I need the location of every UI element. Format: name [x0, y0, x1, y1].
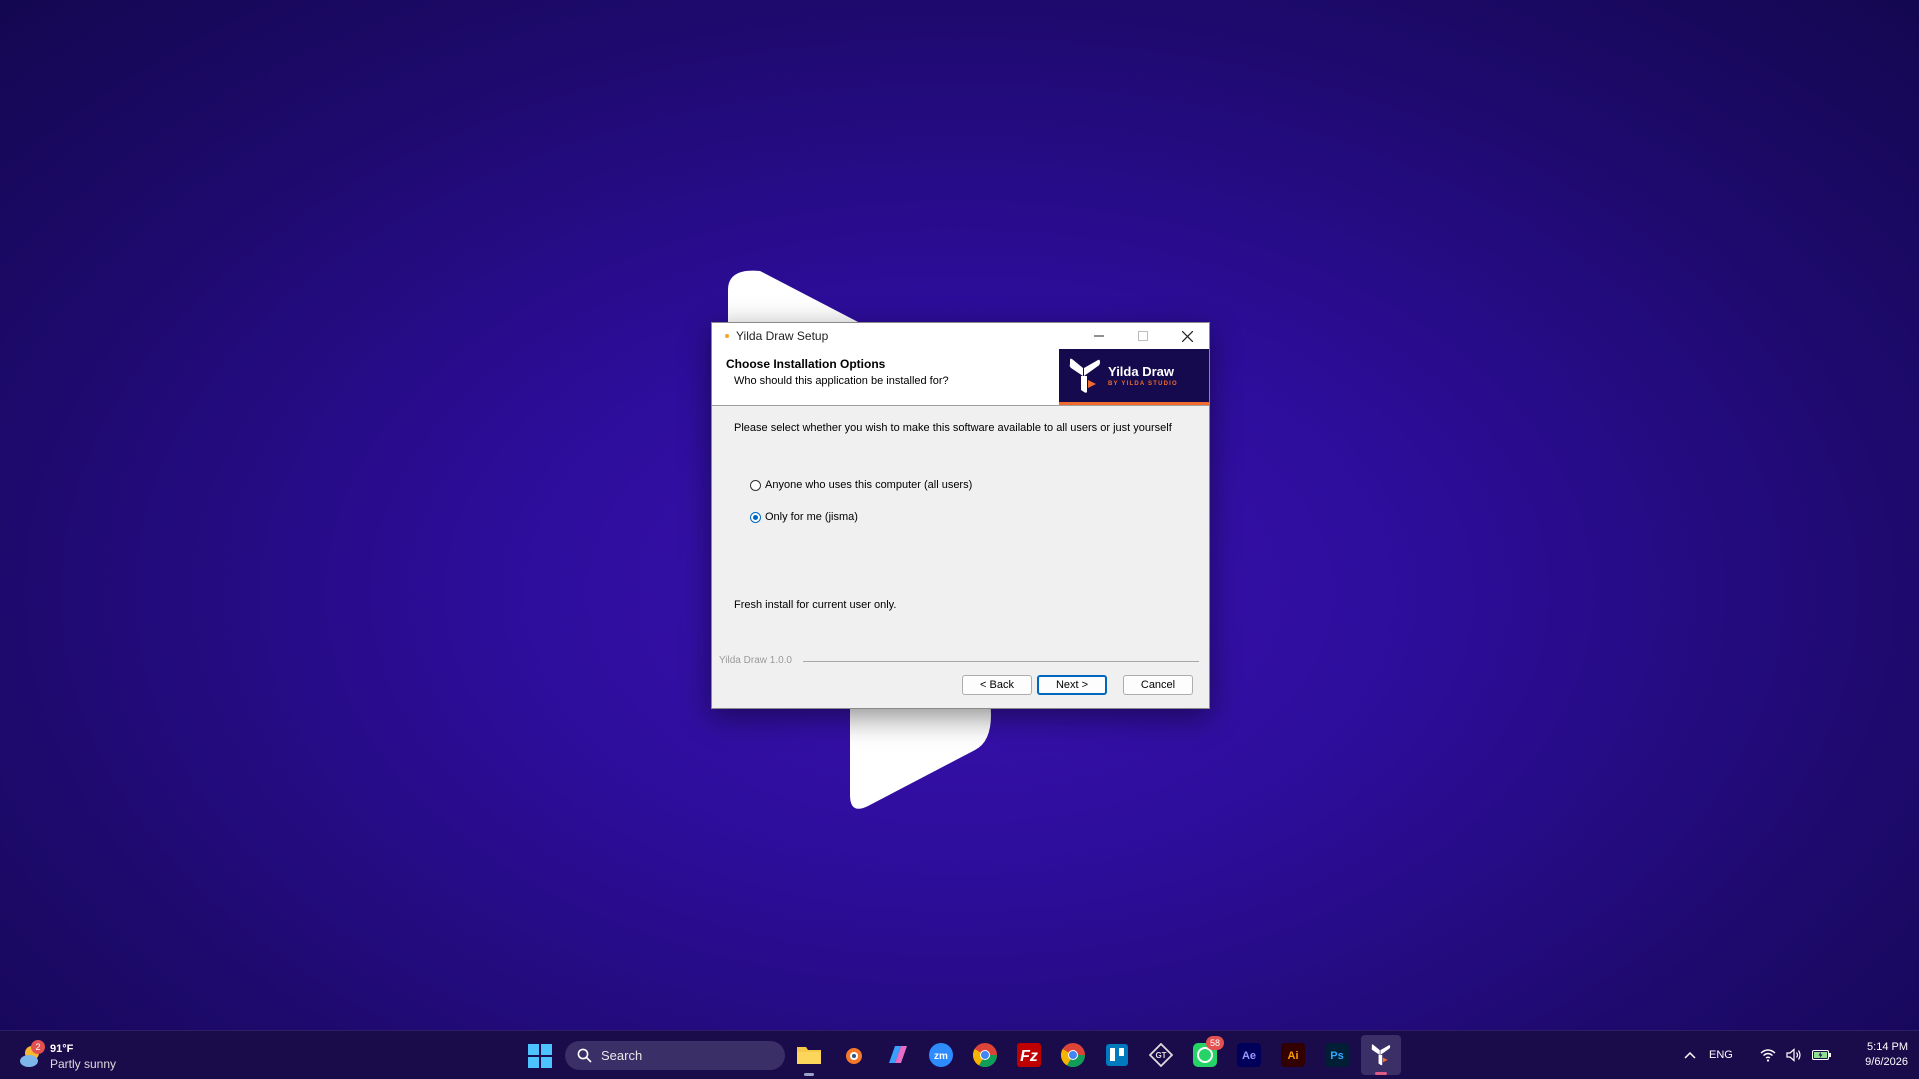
- illustrator-icon: Ai: [1281, 1043, 1305, 1067]
- after-effects-icon: Ae: [1237, 1043, 1261, 1067]
- only-me-option[interactable]: Only for me (jisma): [750, 511, 858, 523]
- radio-only-me[interactable]: [750, 511, 761, 523]
- taskbar-app-gt[interactable]: GT: [1146, 1040, 1176, 1070]
- weather-badge: 2: [31, 1040, 45, 1054]
- clock[interactable]: 5:14 PM 9/6/2026: [1832, 1040, 1908, 1070]
- wifi-button[interactable]: [1760, 1031, 1776, 1079]
- svg-text:GT: GT: [1155, 1051, 1166, 1060]
- banner-studio: BY YILDA STUDIO: [1108, 381, 1178, 387]
- cancel-button[interactable]: Cancel: [1123, 675, 1193, 695]
- banner-app-name: Yilda Draw: [1108, 364, 1174, 379]
- taskbar-app-copilot[interactable]: [882, 1040, 912, 1070]
- svg-text:zm: zm: [934, 1051, 948, 1062]
- svg-text:Fz: Fz: [1020, 1048, 1038, 1065]
- close-icon: [1181, 330, 1193, 342]
- copilot-icon: [889, 1046, 907, 1063]
- chrome-icon: [973, 1043, 997, 1067]
- banner-accent-line: [1059, 402, 1209, 405]
- file-explorer-icon: [797, 1047, 821, 1064]
- gt-app-icon: GT: [1149, 1043, 1173, 1067]
- maximize-icon: [1138, 331, 1148, 341]
- taskbar-app-yilda-draw[interactable]: [1361, 1035, 1401, 1075]
- page-title: Choose Installation Options: [726, 357, 886, 371]
- back-button[interactable]: < Back: [962, 675, 1032, 695]
- taskbar: 2 91°F Partly sunny Search zm Fz GT 58 A…: [0, 1030, 1919, 1079]
- clock-time: 5:14 PM: [1867, 1041, 1908, 1053]
- blender-icon: [846, 1048, 862, 1064]
- show-hidden-icons-button[interactable]: [1684, 1031, 1696, 1079]
- taskbar-app-after-effects[interactable]: Ae: [1234, 1040, 1264, 1070]
- photoshop-icon: Ps: [1325, 1043, 1349, 1067]
- running-indicator: [804, 1073, 814, 1076]
- windows-logo-icon: [528, 1044, 552, 1068]
- window-title: Yilda Draw Setup: [736, 329, 829, 343]
- branding-text: Yilda Draw 1.0.0: [719, 655, 792, 666]
- weather-widget[interactable]: 2 91°F Partly sunny: [18, 1039, 138, 1071]
- wifi-icon: [1760, 1049, 1776, 1062]
- yilda-logo-icon: [1069, 358, 1100, 393]
- only-me-label[interactable]: Only for me (jisma): [765, 511, 858, 523]
- taskbar-app-trello[interactable]: [1102, 1040, 1132, 1070]
- taskbar-app-file-explorer[interactable]: [794, 1040, 824, 1076]
- brand-banner: Yilda Draw BY YILDA STUDIO: [1059, 349, 1209, 405]
- taskbar-app-blender[interactable]: [838, 1040, 868, 1070]
- battery-button[interactable]: [1812, 1031, 1832, 1079]
- notification-badge: 58: [1206, 1036, 1224, 1050]
- yilda-draw-icon: [1371, 1044, 1391, 1066]
- chrome-icon: [1061, 1043, 1085, 1067]
- chevron-up-icon: [1684, 1051, 1696, 1059]
- app-icon: [725, 334, 729, 338]
- minimize-button[interactable]: [1077, 323, 1121, 349]
- search-placeholder: Search: [601, 1048, 643, 1063]
- volume-button[interactable]: [1786, 1031, 1802, 1079]
- taskbar-app-chrome-2[interactable]: [1058, 1040, 1088, 1070]
- active-indicator: [1375, 1072, 1387, 1075]
- minimize-icon: [1094, 335, 1104, 337]
- filezilla-icon: Fz: [1017, 1043, 1041, 1067]
- title-bar[interactable]: Yilda Draw Setup: [712, 323, 1209, 349]
- zoom-icon: zm: [929, 1043, 953, 1067]
- taskbar-search[interactable]: Search: [565, 1041, 785, 1070]
- battery-charging-icon: [1812, 1049, 1831, 1061]
- intro-text: Please select whether you wish to make t…: [734, 422, 1172, 434]
- footer-divider: [803, 661, 1199, 662]
- taskbar-app-illustrator[interactable]: Ai: [1278, 1040, 1308, 1070]
- volume-icon: [1786, 1048, 1801, 1062]
- taskbar-app-chrome[interactable]: [970, 1040, 1000, 1070]
- weather-temperature: 91°F: [50, 1043, 74, 1055]
- language-indicator[interactable]: ENG: [1709, 1031, 1733, 1079]
- page-subtitle: Who should this application be installed…: [734, 375, 949, 387]
- clock-date: 9/6/2026: [1865, 1056, 1908, 1068]
- svg-text:Ps: Ps: [1330, 1050, 1343, 1062]
- install-status-text: Fresh install for current user only.: [734, 599, 897, 611]
- radio-all-users[interactable]: [750, 479, 761, 491]
- all-users-label[interactable]: Anyone who uses this computer (all users…: [765, 479, 972, 491]
- svg-text:Ai: Ai: [1288, 1050, 1299, 1062]
- trello-icon: [1106, 1044, 1128, 1066]
- svg-text:Ae: Ae: [1242, 1050, 1256, 1062]
- weather-description: Partly sunny: [50, 1057, 117, 1071]
- taskbar-app-photoshop[interactable]: Ps: [1322, 1040, 1352, 1070]
- taskbar-app-whatsapp[interactable]: 58: [1190, 1036, 1224, 1070]
- all-users-option[interactable]: Anyone who uses this computer (all users…: [750, 479, 972, 491]
- taskbar-app-filezilla[interactable]: Fz: [1014, 1040, 1044, 1070]
- setup-dialog: Yilda Draw Setup Choose Installation Opt…: [711, 322, 1210, 709]
- start-button[interactable]: [528, 1044, 552, 1068]
- next-button[interactable]: Next >: [1037, 675, 1107, 695]
- maximize-button[interactable]: [1121, 323, 1165, 349]
- wizard-header: Choose Installation Options Who should t…: [712, 349, 1209, 406]
- taskbar-app-zoom[interactable]: zm: [926, 1040, 956, 1070]
- search-icon: [577, 1048, 592, 1063]
- close-button[interactable]: [1165, 323, 1209, 349]
